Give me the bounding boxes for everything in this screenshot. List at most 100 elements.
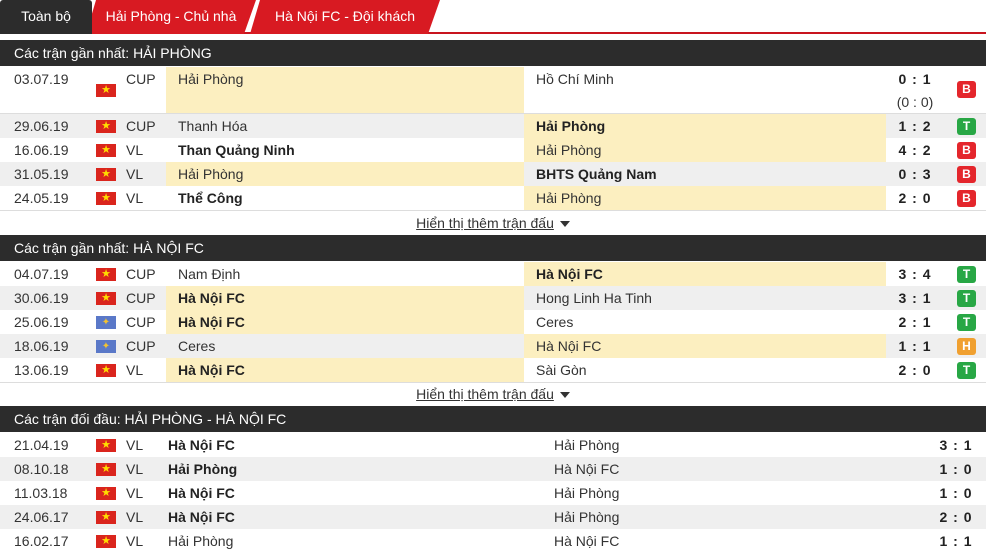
match-row: 16.06.19 ★ VL Than Quảng Ninh Hải Phòng … — [0, 138, 986, 162]
away-team: Hà Nội FC — [524, 334, 886, 358]
league-label: CUP — [126, 314, 156, 330]
show-more-link[interactable]: Hiển thị thêm trận đấu — [0, 382, 986, 406]
away-team: Hà Nội FC — [524, 262, 886, 286]
win-badge: T — [957, 314, 976, 331]
match-score: 2 : 0 — [898, 362, 932, 378]
h2h-row: 21.04.19 ★ VL Hà Nội FC Hải Phòng 3 : 1 — [0, 433, 986, 457]
match-score: 1 : 2 — [898, 118, 932, 134]
vietnam-flag-icon: ★ — [96, 511, 116, 524]
away-team: Hải Phòng — [554, 437, 620, 453]
tab-all[interactable]: Toàn bộ — [0, 0, 92, 34]
away-team: Hải Phòng — [524, 114, 886, 138]
vietnam-flag-icon: ★ — [96, 439, 116, 452]
match-score: 2 : 0 — [898, 190, 932, 206]
match-date: 18.06.19 — [14, 338, 69, 354]
loss-badge: B — [957, 81, 976, 98]
league-label: VL — [126, 190, 144, 206]
caret-down-icon — [559, 392, 570, 399]
vietnam-flag-icon: ★ — [96, 535, 116, 548]
win-badge: T — [957, 266, 976, 283]
world-flag-icon: ✦ — [96, 316, 116, 329]
match-score: 4 : 2 — [898, 142, 932, 158]
away-team: Hải Phòng — [524, 138, 886, 162]
show-more-label[interactable]: Hiển thị thêm trận đấu — [416, 215, 554, 231]
win-badge: T — [957, 290, 976, 307]
league-label: VL — [126, 166, 144, 182]
vietnam-flag-icon: ★ — [96, 144, 116, 157]
vietnam-flag-icon: ★ — [96, 268, 116, 281]
vietnam-flag-icon: ★ — [96, 463, 116, 476]
match-date: 25.06.19 — [14, 314, 69, 330]
match-row: 25.06.19 ✦ CUP Hà Nội FC Ceres 2 : 1 T — [0, 310, 986, 334]
vietnam-flag-icon: ★ — [96, 120, 116, 133]
match-date: 11.03.18 — [14, 485, 68, 501]
vietnam-flag-icon: ★ — [96, 292, 116, 305]
home-team: Hà Nội FC — [168, 437, 235, 453]
home-team: Than Quảng Ninh — [178, 142, 295, 158]
loss-badge: B — [957, 142, 976, 159]
match-score: 2 : 1 — [898, 314, 932, 330]
away-team: Hà Nội FC — [554, 533, 620, 549]
match-date: 30.06.19 — [14, 290, 69, 306]
match-score: 0 : 3 — [898, 166, 932, 182]
vietnam-flag-icon: ★ — [96, 364, 116, 377]
match-date: 16.02.17 — [14, 533, 69, 549]
match-row: 18.06.19 ✦ CUP Ceres Hà Nội FC 1 : 1 H — [0, 334, 986, 358]
match-date: 13.06.19 — [14, 362, 69, 378]
h2h-row: 16.02.17 ★ VL Hải Phòng Hà Nội FC 1 : 1 — [0, 529, 986, 553]
league-label: VL — [126, 142, 144, 158]
h2h-row: 11.03.18 ★ VL Hà Nội FC Hải Phòng 1 : 0 — [0, 481, 986, 505]
vietnam-flag-icon: ★ — [96, 487, 116, 500]
match-date: 04.07.19 — [14, 266, 69, 282]
match-row: 30.06.19 ★ CUP Hà Nội FC Hong Linh Ha Ti… — [0, 286, 986, 310]
league-label: CUP — [126, 266, 156, 282]
home-team: Hải Phòng — [166, 67, 524, 113]
home-team: Ceres — [178, 338, 216, 354]
home-team: Thanh Hóa — [178, 118, 248, 134]
league-label: CUP — [126, 290, 156, 306]
home-team: Thể Công — [178, 190, 243, 206]
vietnam-flag-icon: ★ — [96, 84, 116, 97]
match-date: 08.10.18 — [14, 461, 69, 477]
away-team: Hải Phòng — [554, 509, 620, 525]
league-label: CUP — [126, 71, 156, 87]
loss-badge: B — [957, 190, 976, 207]
match-date: 31.05.19 — [14, 166, 69, 182]
section-header-ha-noi: Các trận gần nhất: HÀ NỘI FC — [0, 235, 986, 261]
match-score: 3 : 4 — [898, 266, 932, 282]
league-label: VL — [126, 362, 144, 378]
section-header-hai-phong: Các trận gần nhất: HẢI PHÒNG — [0, 40, 986, 66]
match-date: 03.07.19 — [14, 71, 69, 87]
match-score: 2 : 0 — [939, 509, 973, 525]
h2h-row: 24.06.17 ★ VL Hà Nội FC Hải Phòng 2 : 0 — [0, 505, 986, 529]
away-team: Hà Nội FC — [554, 461, 620, 477]
vietnam-flag-icon: ★ — [96, 168, 116, 181]
match-score: 1 : 1 — [898, 338, 932, 354]
home-team: Hà Nội FC — [168, 485, 235, 501]
match-row: 24.05.19 ★ VL Thể Công Hải Phòng 2 : 0 B — [0, 186, 986, 210]
show-more-label[interactable]: Hiển thị thêm trận đấu — [416, 386, 554, 402]
match-row: 29.06.19 ★ CUP Thanh Hóa Hải Phòng 1 : 2… — [0, 114, 986, 138]
vietnam-flag-icon: ★ — [96, 192, 116, 205]
away-team: Sài Gòn — [536, 362, 587, 378]
draw-badge: H — [957, 338, 976, 355]
match-date: 16.06.19 — [14, 142, 69, 158]
match-score: 1 : 1 — [939, 533, 973, 549]
match-score: 1 : 0 — [939, 461, 973, 477]
away-team: BHTS Quảng Nam — [536, 166, 657, 182]
league-label: CUP — [126, 118, 156, 134]
home-team: Hải Phòng — [168, 461, 238, 477]
home-team: Hải Phòng — [168, 533, 234, 549]
match-score: 3 : 1 — [939, 437, 973, 453]
match-date: 24.05.19 — [14, 190, 69, 206]
away-team: Hải Phòng — [554, 485, 620, 501]
show-more-link[interactable]: Hiển thị thêm trận đấu — [0, 211, 986, 235]
half-time-score: (0 : 0) — [896, 94, 934, 110]
home-team: Hải Phòng — [166, 162, 524, 186]
tab-home[interactable]: Hải Phòng - Chủ nhà — [86, 0, 256, 34]
away-team: Hồ Chí Minh — [536, 71, 614, 87]
tab-away[interactable]: Hà Nội FC - Đội khách — [250, 0, 440, 34]
match-date: 21.04.19 — [14, 437, 69, 453]
match-date: 24.06.17 — [14, 509, 69, 525]
home-team: Hà Nội FC — [166, 358, 524, 382]
